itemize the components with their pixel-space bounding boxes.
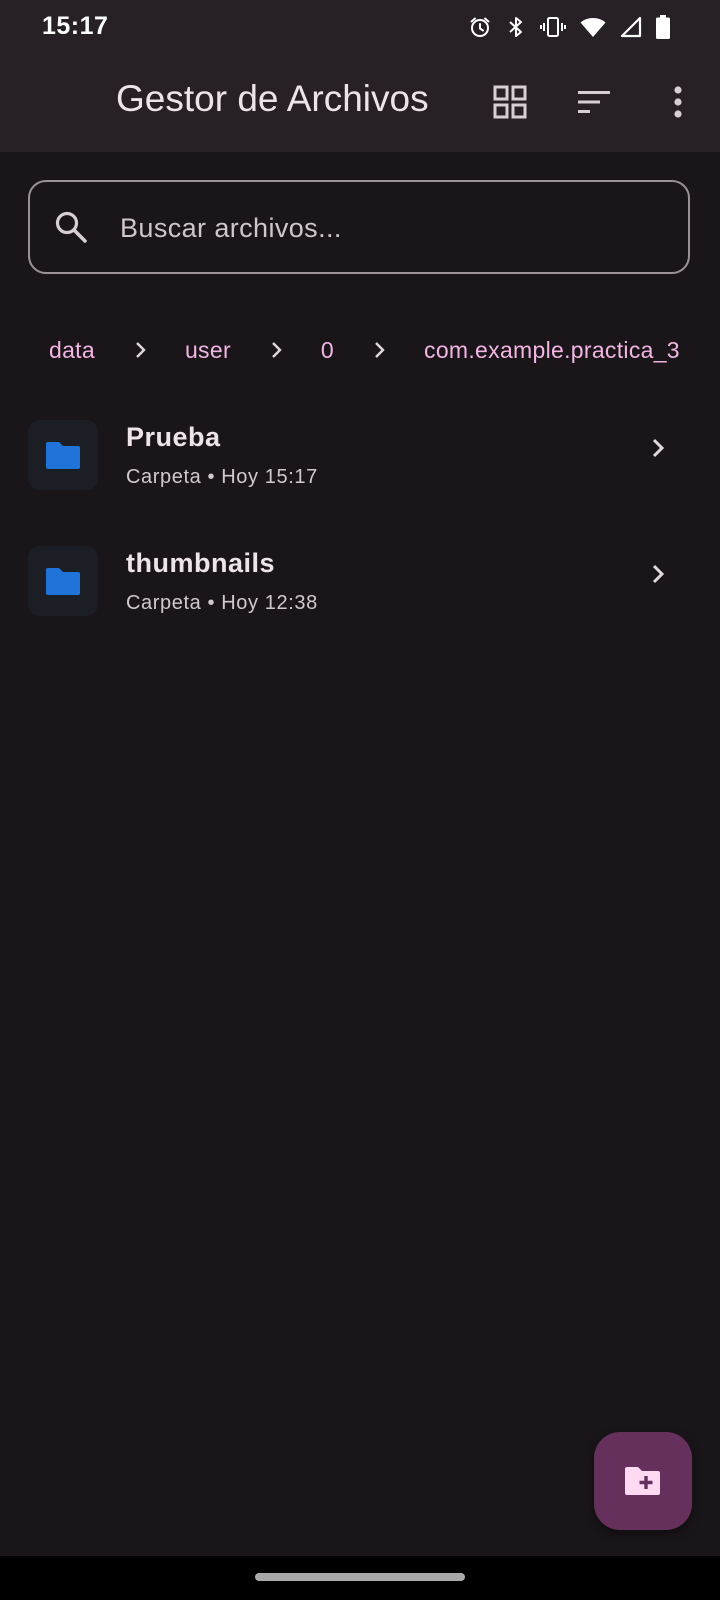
alarm-icon	[468, 15, 492, 39]
folder-icon	[46, 442, 80, 469]
bluetooth-icon	[506, 15, 526, 39]
page-title: Gestor de Archivos	[116, 78, 429, 119]
sort-icon	[578, 91, 610, 113]
more-vert-icon	[674, 86, 682, 118]
wifi-icon	[580, 16, 606, 38]
breadcrumb-item-0[interactable]: 0	[321, 337, 334, 364]
more-options-button[interactable]	[650, 74, 706, 130]
chevron-right-icon	[646, 436, 670, 460]
grid-view-icon	[493, 85, 527, 119]
chevron-right-icon	[370, 338, 390, 362]
list-item[interactable]: Prueba Carpeta • Hoy 15:17	[0, 396, 720, 516]
app-bar: Gestor de Archivos	[0, 56, 720, 152]
create-folder-button[interactable]	[594, 1432, 692, 1530]
create-folder-icon	[625, 1467, 660, 1495]
search-icon	[54, 210, 88, 249]
folder-icon	[46, 568, 80, 595]
chevron-right-icon	[646, 562, 670, 586]
breadcrumb-item-user[interactable]: user	[185, 337, 231, 364]
chevron-right-icon	[131, 338, 151, 362]
search-input[interactable]	[118, 206, 662, 250]
chevron-right-icon	[267, 338, 287, 362]
search-bar[interactable]	[28, 180, 690, 274]
breadcrumb-item-package[interactable]: com.example.practica_3	[424, 337, 680, 364]
file-manager-screen: 15:17 Gestor de Archivos Buscar archivos…	[0, 0, 720, 1600]
vibrate-icon	[540, 15, 566, 39]
file-meta: Carpeta • Hoy 12:38	[126, 592, 318, 614]
file-meta: Carpeta • Hoy 15:17	[126, 466, 318, 488]
file-name: Prueba	[126, 422, 221, 452]
breadcrumb-item-data[interactable]: data	[49, 337, 95, 364]
status-bar: 15:17	[0, 0, 720, 56]
grid-view-button[interactable]	[482, 74, 538, 130]
battery-icon	[656, 15, 670, 39]
status-time: 15:17	[42, 12, 109, 40]
folder-tile	[28, 546, 98, 616]
file-name: thumbnails	[126, 548, 276, 578]
sort-button[interactable]	[566, 74, 622, 130]
status-icons	[468, 14, 670, 40]
breadcrumb: data user 0 com.example.practica_3	[49, 334, 680, 366]
gesture-handle[interactable]	[255, 1573, 465, 1581]
system-nav-bar	[0, 1556, 720, 1600]
list-item[interactable]: thumbnails Carpeta • Hoy 12:38	[0, 522, 720, 642]
cell-signal-icon	[620, 16, 642, 38]
folder-tile	[28, 420, 98, 490]
